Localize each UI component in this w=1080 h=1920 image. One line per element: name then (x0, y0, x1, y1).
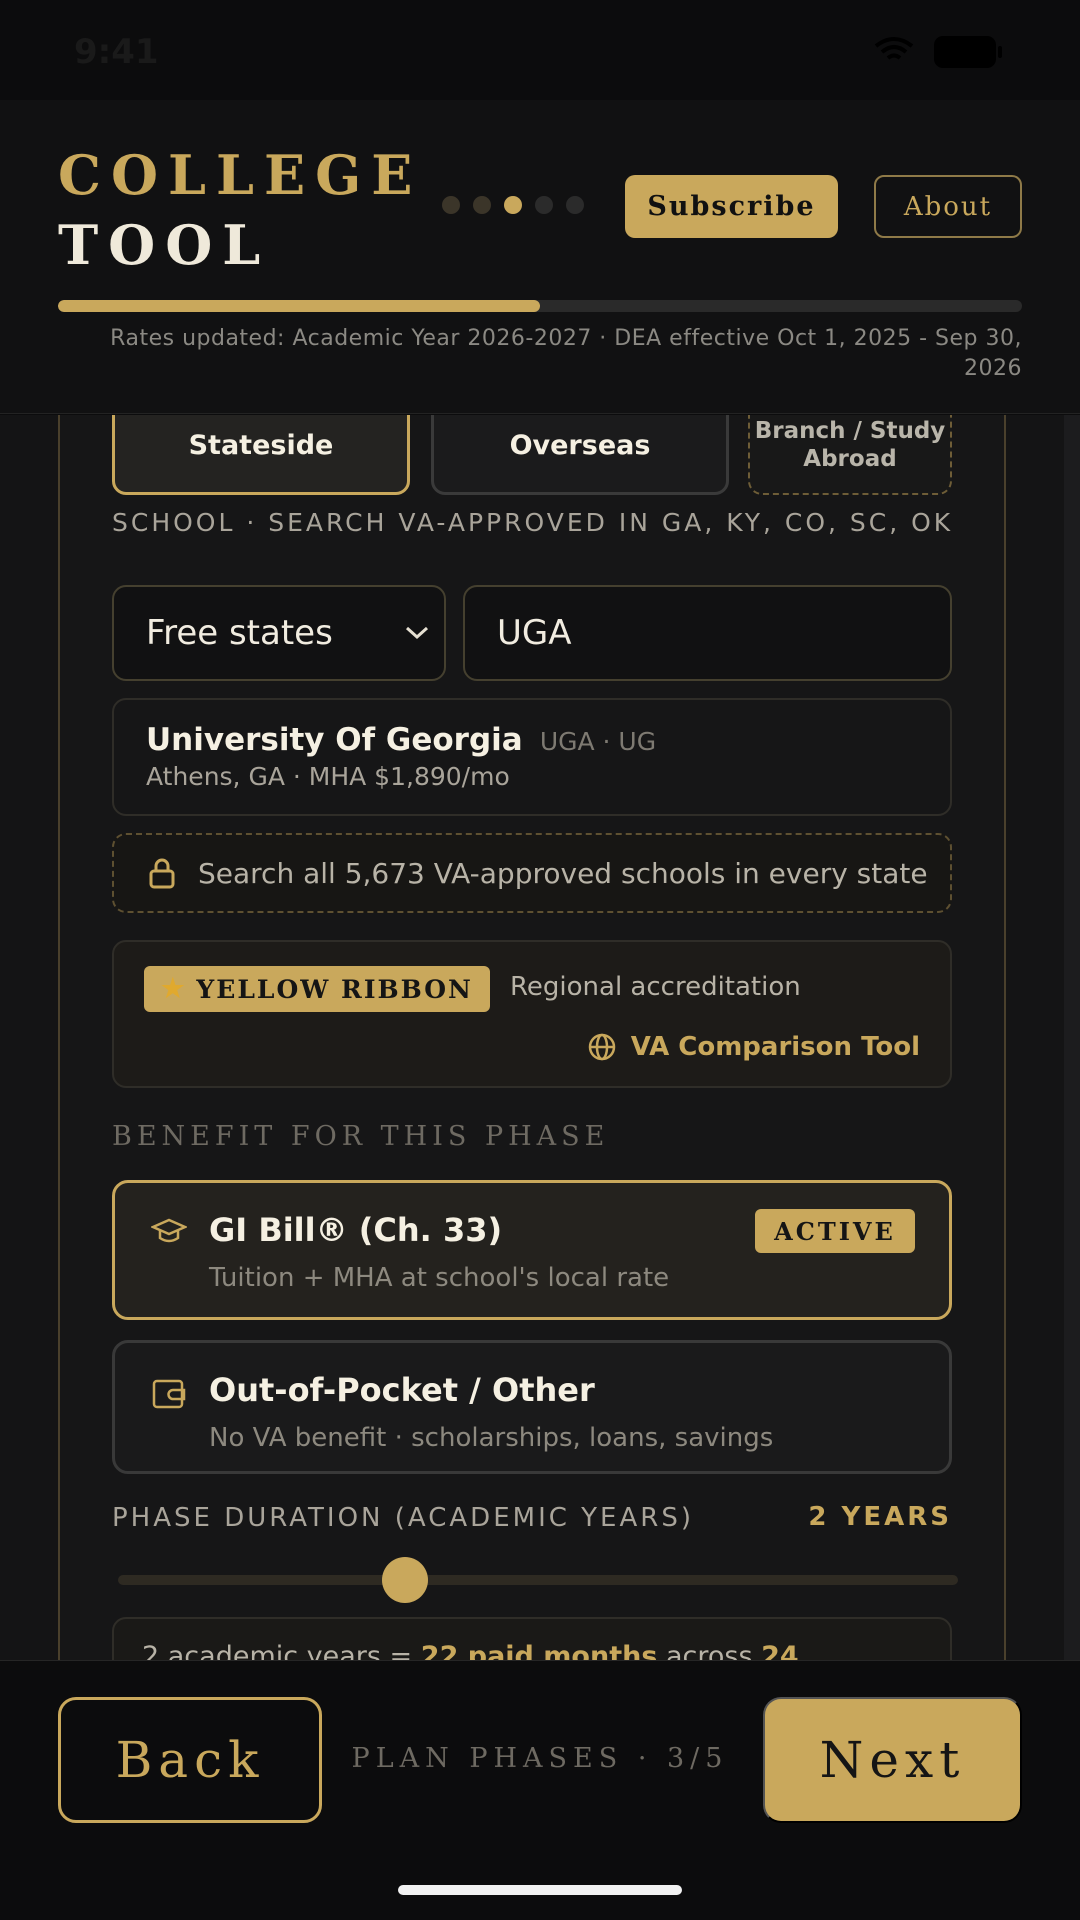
benefit-section-label: BENEFIT FOR THIS PHASE (112, 1121, 610, 1152)
location-overseas-button[interactable]: Overseas (431, 415, 729, 495)
rates-updated-text: Rates updated: Academic Year 2026-2027 ·… (110, 326, 1022, 381)
about-button[interactable]: About (874, 175, 1022, 238)
search-all-label: Search all 5,673 VA-approved schools in … (198, 856, 928, 890)
school-result-card[interactable]: University Of Georgia UGA · UG Athens, G… (112, 698, 952, 816)
app-header: COLLEGE TOOL Subscribe About Rates updat… (0, 100, 1080, 414)
scrollbar-track[interactable] (1064, 415, 1080, 1660)
step-indicator-label: PLAN PHASES · 3/5 (351, 1743, 729, 1774)
wifi-icon (874, 37, 914, 60)
benefit-out-of-pocket-card[interactable]: Out-of-Pocket / Other No VA benefit · sc… (112, 1340, 952, 1474)
school-search-value: UGA (497, 613, 572, 653)
app-logo: COLLEGE TOOL (58, 140, 422, 280)
lock-icon (149, 858, 175, 889)
va-comparison-label: VA Comparison Tool (630, 1032, 920, 1062)
step-dot-2 (473, 196, 491, 214)
status-bar: 9:41 (0, 0, 1080, 100)
state-filter-value: Free states (146, 613, 333, 653)
location-stateside-button[interactable]: Stateside (112, 415, 410, 495)
duration-summary-card: 2 academic years = 22 paid months across… (112, 1617, 952, 1660)
battery-icon (934, 36, 1002, 68)
school-section-label: SCHOOL · SEARCH VA-APPROVED IN GA, KY, C… (112, 508, 954, 537)
bottom-navigation: Back PLAN PHASES · 3/5 Next (0, 1660, 1080, 1920)
step-dot-3 (504, 196, 522, 214)
progress-fill (58, 300, 540, 312)
benefit-gi-bill-title: GI Bill® (Ch. 33) (209, 1211, 503, 1249)
yellow-ribbon-badge: ★ YELLOW RIBBON (144, 966, 490, 1012)
duration-label: PHASE DURATION (ACADEMIC YEARS) (112, 1503, 694, 1533)
benefit-gi-bill-subtitle: Tuition + MHA at school's local rate (209, 1263, 670, 1293)
status-time: 9:41 (74, 32, 159, 72)
main-scroll-area[interactable]: Stateside Overseas Branch / Study Abroad… (0, 415, 1080, 1660)
chevron-down-icon (405, 626, 429, 640)
school-result-details: Athens, GA · MHA $1,890/mo (146, 762, 510, 791)
duration-slider-thumb[interactable] (382, 1557, 428, 1603)
state-filter-select[interactable]: Free states (112, 585, 446, 681)
home-indicator[interactable] (398, 1885, 682, 1895)
graduation-cap-icon (151, 1218, 187, 1243)
step-dot-5 (566, 196, 584, 214)
summary-text-c: across (657, 1641, 762, 1660)
school-result-code: UGA · UG (539, 727, 657, 756)
back-button[interactable]: Back (58, 1697, 322, 1823)
accreditation-text: Regional accreditation (510, 972, 801, 1002)
logo-line-1: COLLEGE (58, 143, 423, 207)
benefit-out-of-pocket-title: Out-of-Pocket / Other (209, 1371, 595, 1409)
next-button[interactable]: Next (763, 1697, 1022, 1823)
star-icon: ★ (161, 974, 187, 1004)
summary-paid-months: 22 paid months (420, 1641, 658, 1660)
location-branch-button[interactable]: Branch / Study Abroad (748, 415, 952, 495)
step-dot-1 (442, 196, 460, 214)
search-all-schools-button[interactable]: Search all 5,673 VA-approved schools in … (112, 833, 952, 913)
school-search-input[interactable]: UGA (463, 585, 952, 681)
duration-value: 2 YEARS (808, 1502, 952, 1532)
school-info-card: ★ YELLOW RIBBON Regional accreditation V… (112, 940, 952, 1088)
benefit-out-of-pocket-subtitle: No VA benefit · scholarships, loans, sav… (209, 1423, 774, 1453)
subscribe-button[interactable]: Subscribe (625, 175, 838, 238)
globe-icon (588, 1033, 615, 1061)
va-comparison-link[interactable]: VA Comparison Tool (587, 1032, 920, 1062)
step-dot-4 (535, 196, 553, 214)
logo-line-2: TOOL (58, 213, 271, 277)
step-dots (442, 196, 584, 214)
benefit-gi-bill-card[interactable]: GI Bill® (Ch. 33) Tuition + MHA at schoo… (112, 1180, 952, 1320)
duration-slider-track[interactable] (118, 1575, 958, 1585)
yellow-ribbon-label: YELLOW RIBBON (196, 974, 473, 1004)
school-result-name: University Of Georgia (146, 722, 523, 758)
progress-bar (58, 300, 1022, 312)
summary-text-a: 2 academic years = (142, 1641, 421, 1660)
active-badge: ACTIVE (755, 1209, 915, 1253)
wallet-icon (152, 1379, 186, 1409)
